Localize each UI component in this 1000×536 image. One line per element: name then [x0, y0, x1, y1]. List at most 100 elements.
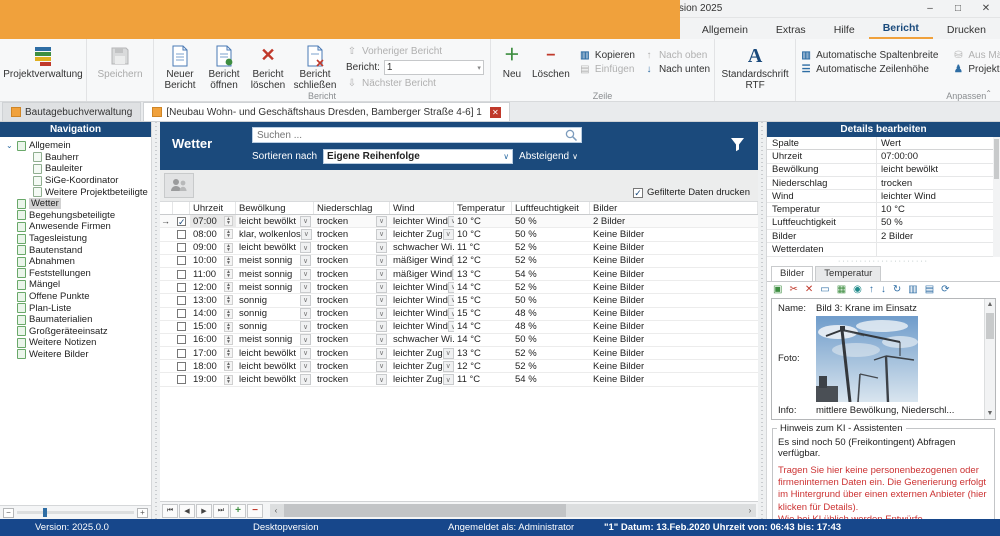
spinner-icon[interactable]: ▲▼: [224, 322, 233, 332]
temperatur-cell[interactable]: 13 °C: [454, 268, 512, 280]
spinner-icon[interactable]: ▲▼: [224, 269, 233, 279]
table-row[interactable]: 16:00▲▼meist sonnig∨trocken∨schwacher Wi…: [160, 334, 758, 347]
persons-button[interactable]: [164, 173, 194, 198]
luftfeuchtigkeit-cell[interactable]: 52 %: [512, 242, 590, 254]
sidebar-item-großgeräteeinsatz[interactable]: Großgeräteeinsatz: [0, 326, 151, 338]
chevron-down-icon[interactable]: ∨: [376, 216, 387, 227]
row-checkbox[interactable]: [173, 268, 190, 280]
luftfeuchtigkeit-cell[interactable]: 52 %: [512, 281, 590, 293]
search-input[interactable]: [253, 130, 564, 141]
spinner-icon[interactable]: ▲▼: [224, 309, 233, 319]
filter-icon[interactable]: [729, 136, 746, 153]
speichern-button[interactable]: Speichern: [91, 42, 149, 80]
table-row[interactable]: 10:00▲▼meist sonnig∨trocken∨mäßiger Wind…: [160, 255, 758, 268]
wind-cell[interactable]: leichter Wind∨: [390, 281, 454, 293]
chevron-down-icon[interactable]: ∨: [376, 308, 387, 319]
bilder-cell[interactable]: Keine Bilder: [590, 294, 758, 306]
sidebar-item-offene-punkte[interactable]: Offene Punkte: [0, 291, 151, 303]
details-value[interactable]: 10 °C: [877, 204, 993, 215]
table-row[interactable]: 17:00▲▼leicht bewölkt∨trocken∨leichter Z…: [160, 347, 758, 360]
wind-cell[interactable]: leichter Wind∨: [390, 294, 454, 306]
column-header-uhrzeit[interactable]: Uhrzeit: [190, 202, 236, 214]
chevron-down-icon[interactable]: ∨: [300, 269, 311, 280]
sidebar-item-bauleiter[interactable]: Bauleiter: [0, 163, 151, 175]
chevron-down-icon[interactable]: ∨: [443, 348, 454, 359]
details-value[interactable]: trocken: [877, 178, 993, 189]
luftfeuchtigkeit-cell[interactable]: 54 %: [512, 268, 590, 280]
bilder-cell[interactable]: Keine Bilder: [590, 308, 758, 320]
search-box[interactable]: [252, 127, 582, 143]
uhrzeit-cell[interactable]: 08:00▲▼: [190, 228, 236, 240]
uhrzeit-cell[interactable]: 13:00▲▼: [190, 294, 236, 306]
image-scrollbar[interactable]: ▲ ▼: [984, 299, 995, 419]
close-tab-icon[interactable]: ✕: [490, 107, 501, 118]
wind-cell[interactable]: leichter Zug∨: [390, 360, 454, 372]
niederschlag-cell[interactable]: trocken∨: [314, 360, 390, 372]
minimize-button[interactable]: –: [916, 0, 944, 17]
details-scrollbar-thumb[interactable]: [994, 139, 999, 179]
niederschlag-cell[interactable]: trocken∨: [314, 373, 390, 385]
temperatur-cell[interactable]: 12 °C: [454, 255, 512, 267]
niederschlag-cell[interactable]: trocken∨: [314, 255, 390, 267]
chevron-down-icon[interactable]: ∨: [300, 361, 311, 372]
neuer-bericht-button[interactable]: Neuer Bericht: [158, 42, 202, 91]
luftfeuchtigkeit-cell[interactable]: 48 %: [512, 321, 590, 333]
chevron-down-icon[interactable]: ∨: [376, 255, 387, 266]
document-tab[interactable]: Bautagebuchverwaltung: [2, 102, 141, 121]
luftfeuchtigkeit-cell[interactable]: 52 %: [512, 347, 590, 359]
niederschlag-cell[interactable]: trocken∨: [314, 268, 390, 280]
wind-cell[interactable]: schwacher Wi...∨: [390, 242, 454, 254]
luftfeuchtigkeit-cell[interactable]: 52 %: [512, 255, 590, 267]
temperatur-cell[interactable]: 14 °C: [454, 321, 512, 333]
uhrzeit-cell[interactable]: 19:00▲▼: [190, 373, 236, 385]
details-scrollbar[interactable]: [993, 137, 1000, 257]
filtered-print-checkbox[interactable]: ✓ Gefilterte Daten drucken: [633, 187, 750, 198]
details-row-luftfeuchtigkeit[interactable]: Luftfeuchtigkeit50 %: [767, 217, 993, 230]
move-down-icon[interactable]: ↓: [881, 285, 886, 295]
wind-cell[interactable]: leichter Zug∨: [390, 347, 454, 359]
row-checkbox[interactable]: ✓: [173, 215, 190, 227]
naechster-bericht-button[interactable]: ⇩ Nächster Bericht: [346, 78, 484, 89]
wind-cell[interactable]: leichter Wind∨: [390, 308, 454, 320]
sort-direction[interactable]: Absteigend ∨: [519, 151, 578, 162]
wind-cell[interactable]: schwacher Wi...∨: [390, 334, 454, 346]
table-row[interactable]: 15:00▲▼sonnig∨trocken∨leichter Wind∨14 °…: [160, 321, 758, 334]
bericht-loeschen-button[interactable]: ✕ Bericht löschen: [246, 42, 290, 91]
zoom-in-button[interactable]: +: [137, 508, 148, 518]
bericht-schliessen-button[interactable]: Bericht schließen: [290, 42, 340, 91]
luftfeuchtigkeit-cell[interactable]: 54 %: [512, 373, 590, 385]
spinner-icon[interactable]: ▲▼: [224, 216, 233, 226]
zeile-neu-button[interactable]: ＋ Neu: [495, 42, 529, 80]
next-record-button[interactable]: ▶: [196, 504, 212, 518]
details-media-splitter[interactable]: ·····················: [767, 257, 1000, 266]
column-header-wind[interactable]: Wind: [390, 202, 454, 214]
chevron-down-icon[interactable]: ∨: [300, 374, 311, 385]
sidebar-item-weitere-projektbeteiligte[interactable]: Weitere Projektbeteiligte: [0, 186, 151, 198]
temperatur-cell[interactable]: 13 °C: [454, 347, 512, 359]
spinner-icon[interactable]: ▲▼: [224, 282, 233, 292]
bilder-cell[interactable]: Keine Bilder: [590, 228, 758, 240]
sidebar-item-begehungsbeteiligte[interactable]: Begehungsbeteiligte: [0, 210, 151, 222]
niederschlag-cell[interactable]: trocken∨: [314, 242, 390, 254]
delete-record-button[interactable]: −: [247, 504, 263, 518]
temperatur-cell[interactable]: 15 °C: [454, 294, 512, 306]
uhrzeit-cell[interactable]: 15:00▲▼: [190, 321, 236, 333]
luftfeuchtigkeit-cell[interactable]: 52 %: [512, 360, 590, 372]
bewoelkung-cell[interactable]: leicht bewölkt∨: [236, 347, 314, 359]
temperatur-cell[interactable]: 10 °C: [454, 215, 512, 227]
scroll-down-icon[interactable]: ▼: [985, 408, 995, 419]
chevron-down-icon[interactable]: ∨: [376, 321, 387, 332]
bericht-oeffnen-button[interactable]: Bericht öffnen: [202, 42, 246, 91]
spinner-icon[interactable]: ▲▼: [224, 229, 233, 239]
chevron-down-icon[interactable]: ∨: [376, 361, 387, 372]
move-up-icon[interactable]: ↑: [869, 285, 874, 295]
bilder-cell[interactable]: Keine Bilder: [590, 321, 758, 333]
bewoelkung-cell[interactable]: meist sonnig∨: [236, 334, 314, 346]
vorheriger-bericht-button[interactable]: ⇧ Vorheriger Bericht: [346, 46, 484, 57]
sidebar-item-tagesleistung[interactable]: Tagesleistung: [0, 233, 151, 245]
column-header-temperatur[interactable]: Temperatur: [454, 202, 512, 214]
luftfeuchtigkeit-cell[interactable]: 50 %: [512, 228, 590, 240]
temperatur-cell[interactable]: 15 °C: [454, 308, 512, 320]
maengel-import-button[interactable]: ⛁ Aus Mängelmanagement importieren: [952, 50, 1000, 61]
chevron-down-icon[interactable]: ∨: [443, 229, 454, 240]
